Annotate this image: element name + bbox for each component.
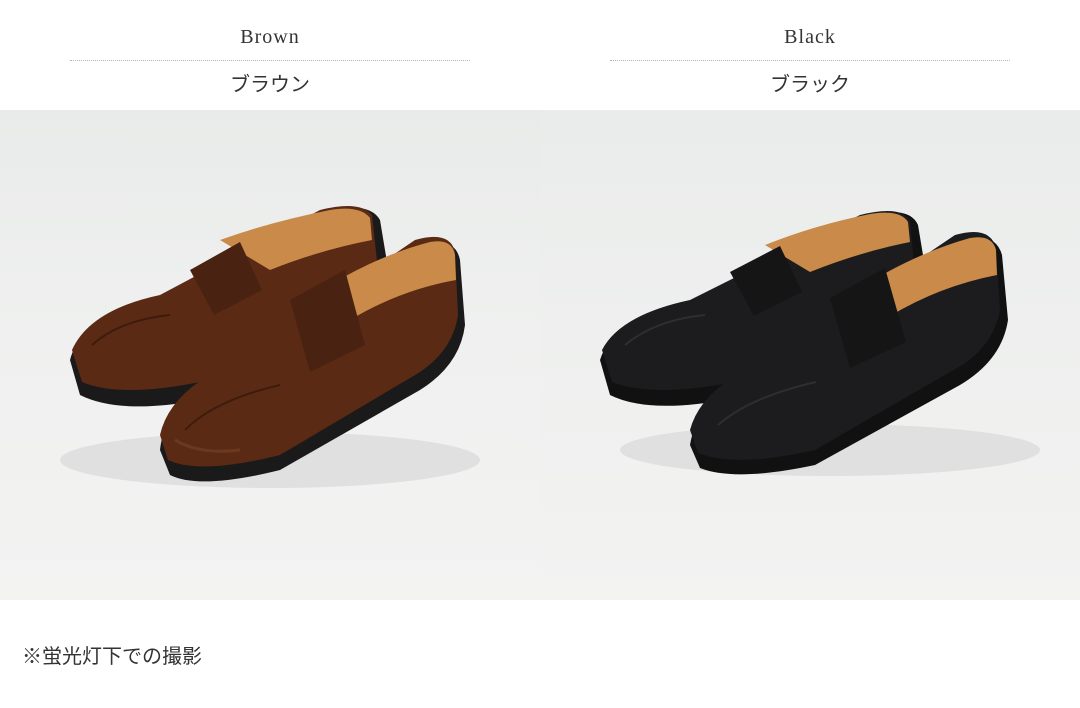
- product-photo-black: [540, 110, 1080, 600]
- variant-brown: Brown ブラウン: [0, 0, 540, 600]
- product-photo-brown: [0, 110, 540, 600]
- variant-black: Black ブラック: [540, 0, 1080, 600]
- loafer-pair-image: [600, 211, 1040, 476]
- variant-name-ja: ブラック: [770, 72, 850, 96]
- divider: [610, 60, 1010, 61]
- divider: [70, 60, 470, 61]
- lighting-note: ※蛍光灯下での撮影: [22, 644, 202, 668]
- loafer-pair-image: [60, 206, 480, 488]
- variant-name-ja: ブラウン: [230, 72, 310, 96]
- variant-name-en: Brown: [240, 26, 300, 48]
- variant-name-en: Black: [784, 26, 836, 48]
